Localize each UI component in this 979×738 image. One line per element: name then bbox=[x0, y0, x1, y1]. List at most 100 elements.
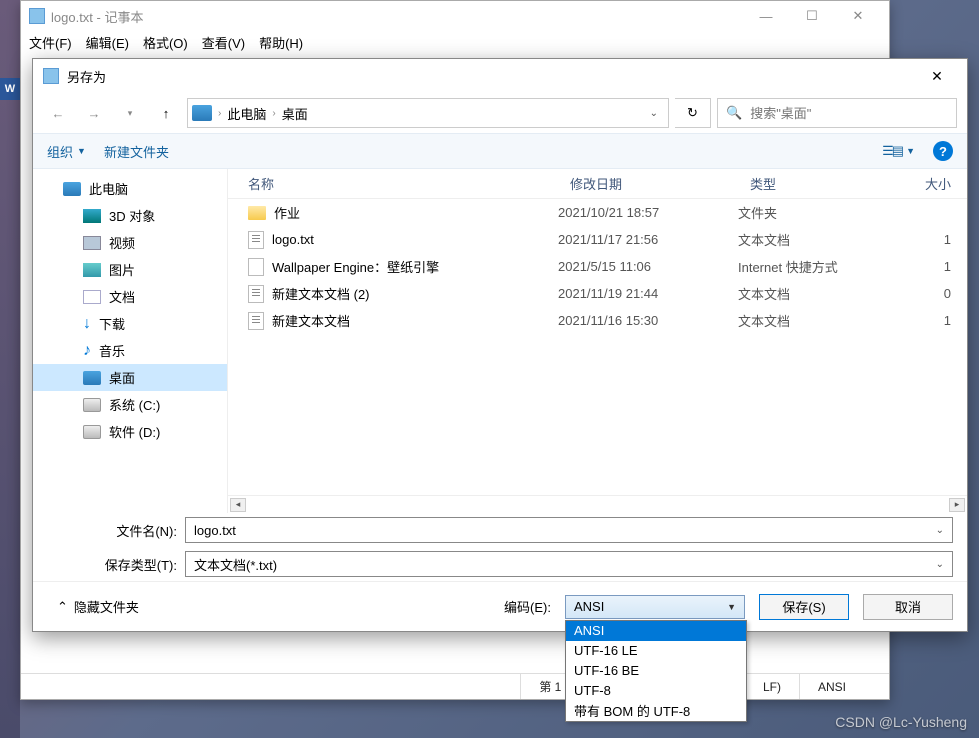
close-button[interactable]: ✕ bbox=[835, 1, 881, 31]
file-type: Internet 快捷方式 bbox=[738, 257, 888, 276]
breadcrumb-dropdown[interactable]: ⌄ bbox=[644, 108, 664, 119]
encoding-dropdown: ANSIUTF-16 LEUTF-16 BEUTF-8带有 BOM 的 UTF-… bbox=[565, 620, 747, 722]
sidebar-item[interactable]: 系统 (C:) bbox=[33, 391, 227, 418]
file-icon bbox=[248, 285, 264, 303]
encoding-combo[interactable]: ANSI ▼ ANSIUTF-16 LEUTF-16 BEUTF-8带有 BOM… bbox=[565, 595, 745, 619]
sidebar-item[interactable]: 3D 对象 bbox=[33, 202, 227, 229]
search-input[interactable] bbox=[750, 106, 948, 121]
file-row[interactable]: 新建文本文档 (2)2021/11/19 21:44文本文档0 bbox=[228, 280, 967, 307]
file-name: logo.txt bbox=[272, 232, 314, 247]
minimize-button[interactable]: — bbox=[743, 1, 789, 31]
scroll-left-button[interactable]: ◂ bbox=[230, 498, 246, 512]
status-crlf: LF) bbox=[744, 674, 799, 699]
sidebar-item[interactable]: 桌面 bbox=[33, 364, 227, 391]
encoding-option[interactable]: UTF-8 bbox=[566, 681, 746, 701]
view-button[interactable]: ☰▤ ▼ bbox=[882, 143, 915, 159]
sidebar-item-label: 桌面 bbox=[109, 368, 135, 387]
file-row[interactable]: logo.txt 2021/11/17 21:56文本文档1 bbox=[228, 226, 967, 253]
encoding-option[interactable]: 带有 BOM 的 UTF-8 bbox=[566, 701, 746, 721]
horizontal-scrollbar[interactable]: ◂ ▸ bbox=[228, 495, 967, 513]
dialog-title: 另存为 bbox=[67, 67, 917, 86]
chevron-right-icon[interactable]: › bbox=[218, 108, 221, 119]
sidebar-item[interactable]: ↓下载 bbox=[33, 310, 227, 337]
file-size: 0 bbox=[888, 286, 967, 301]
encoding-option[interactable]: ANSI bbox=[566, 621, 746, 641]
chevron-down-icon[interactable]: ▼ bbox=[727, 602, 736, 612]
filename-combo[interactable]: ⌄ bbox=[185, 517, 953, 543]
chevron-up-icon: ⌃ bbox=[57, 599, 68, 615]
search-icon: 🔍 bbox=[726, 105, 742, 121]
col-type[interactable]: 类型 bbox=[738, 174, 888, 193]
file-type: 文本文档 bbox=[738, 230, 888, 249]
sidebar-item[interactable]: 此电脑 bbox=[33, 175, 227, 202]
desktop-left-strip bbox=[0, 0, 20, 738]
menu-format[interactable]: 格式(O) bbox=[143, 33, 188, 51]
file-date: 2021/5/15 11:06 bbox=[558, 259, 738, 274]
scroll-right-button[interactable]: ▸ bbox=[949, 498, 965, 512]
notepad-icon bbox=[29, 8, 45, 24]
file-icon bbox=[248, 206, 266, 220]
hide-folders-toggle[interactable]: ⌃ 隐藏文件夹 bbox=[57, 597, 139, 616]
dialog-close-button[interactable]: ✕ bbox=[917, 61, 957, 91]
footer-row: ⌃ 隐藏文件夹 编码(E): ANSI ▼ ANSIUTF-16 LEUTF-1… bbox=[33, 581, 967, 631]
file-date: 2021/11/17 21:56 bbox=[558, 232, 738, 247]
word-taskbar-icon[interactable]: W bbox=[0, 78, 20, 100]
sidebar-item[interactable]: ♪音乐 bbox=[33, 337, 227, 364]
col-name[interactable]: 名称 bbox=[228, 174, 558, 193]
menu-help[interactable]: 帮助(H) bbox=[259, 33, 303, 51]
help-button[interactable]: ? bbox=[933, 141, 953, 161]
chevron-down-icon[interactable]: ⌄ bbox=[936, 525, 944, 536]
maximize-button[interactable]: ☐ bbox=[789, 1, 835, 31]
forward-button[interactable]: → bbox=[79, 99, 109, 127]
sidebar-item[interactable]: 图片 bbox=[33, 256, 227, 283]
dialog-titlebar: 另存为 ✕ bbox=[33, 59, 967, 93]
save-button[interactable]: 保存(S) bbox=[759, 594, 849, 620]
encoding-option[interactable]: UTF-16 BE bbox=[566, 661, 746, 681]
encoding-option[interactable]: UTF-16 LE bbox=[566, 641, 746, 661]
search-box[interactable]: 🔍 bbox=[717, 98, 957, 128]
sidebar-item-label: 此电脑 bbox=[89, 179, 128, 198]
file-type: 文本文档 bbox=[738, 284, 888, 303]
sidebar-item[interactable]: 软件 (D:) bbox=[33, 418, 227, 445]
chevron-right-icon[interactable]: › bbox=[272, 108, 275, 119]
cancel-button[interactable]: 取消 bbox=[863, 594, 953, 620]
menu-file[interactable]: 文件(F) bbox=[29, 33, 72, 51]
breadcrumb[interactable]: › 此电脑 › 桌面 ⌄ bbox=[187, 98, 669, 128]
filetype-value: 文本文档(*.txt) bbox=[194, 555, 277, 574]
file-row[interactable]: Wallpaper Engine：壁纸引擎2021/5/15 11:06Inte… bbox=[228, 253, 967, 280]
toolbar-row: 组织 ▼ 新建文件夹 ☰▤ ▼ ? bbox=[33, 133, 967, 169]
status-encoding: ANSI bbox=[799, 674, 889, 699]
filetype-combo[interactable]: 文本文档(*.txt) ⌄ bbox=[185, 551, 953, 577]
sidebar-item-label: 文档 bbox=[109, 287, 135, 306]
col-size[interactable]: 大小 bbox=[888, 174, 967, 193]
recent-dropdown[interactable]: ▾ bbox=[115, 99, 145, 127]
sidebar-item[interactable]: 文档 bbox=[33, 283, 227, 310]
breadcrumb-seg-desktop[interactable]: 桌面 bbox=[282, 104, 308, 123]
tree-icon bbox=[83, 263, 101, 277]
filename-input[interactable] bbox=[194, 523, 936, 538]
refresh-button[interactable]: ↻ bbox=[675, 98, 711, 128]
notepad-statusbar: 第 1 行，第 1 列 LF) ANSI bbox=[21, 673, 889, 699]
menu-edit[interactable]: 编辑(E) bbox=[86, 33, 129, 51]
sidebar-item-label: 3D 对象 bbox=[109, 206, 155, 225]
sidebar-item[interactable]: 视频 bbox=[33, 229, 227, 256]
file-icon bbox=[248, 312, 264, 330]
sidebar: 此电脑 3D 对象视频图片文档 ↓下载♪音乐桌面系统 (C:)软件 (D:) bbox=[33, 169, 228, 513]
newfolder-button[interactable]: 新建文件夹 bbox=[104, 142, 169, 161]
file-size: 1 bbox=[888, 232, 967, 247]
encoding-value: ANSI bbox=[574, 599, 604, 614]
col-date[interactable]: 修改日期 bbox=[558, 174, 738, 193]
tree-icon bbox=[83, 236, 101, 250]
file-date: 2021/11/19 21:44 bbox=[558, 286, 738, 301]
breadcrumb-seg-pc[interactable]: 此电脑 bbox=[227, 104, 266, 123]
watermark: CSDN @Lc-Yusheng bbox=[835, 714, 967, 730]
up-button[interactable]: ↑ bbox=[151, 99, 181, 127]
chevron-down-icon[interactable]: ⌄ bbox=[936, 559, 944, 570]
file-list: 作业2021/10/21 18:57文件夹 logo.txt 2021/11/17 … bbox=[228, 199, 967, 495]
back-button[interactable]: ← bbox=[43, 99, 73, 127]
organize-button[interactable]: 组织 ▼ bbox=[47, 142, 86, 161]
filename-label: 文件名(N): bbox=[47, 521, 177, 540]
file-row[interactable]: 作业2021/10/21 18:57文件夹 bbox=[228, 199, 967, 226]
file-row[interactable]: 新建文本文档2021/11/16 15:30文本文档1 bbox=[228, 307, 967, 334]
menu-view[interactable]: 查看(V) bbox=[202, 33, 245, 51]
